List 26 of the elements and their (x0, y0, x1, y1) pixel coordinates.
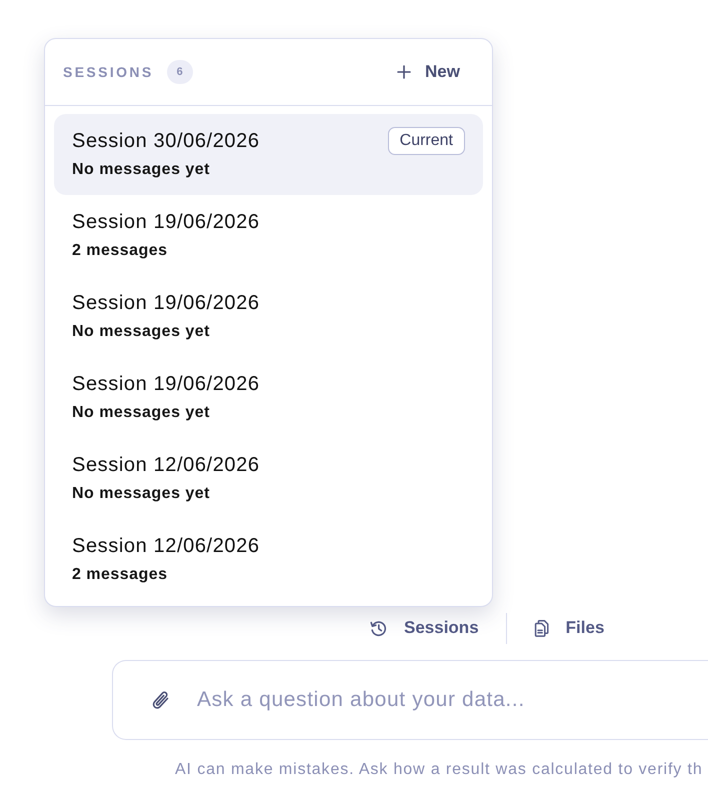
message-input-field[interactable]: Ask a question about your data... (112, 660, 708, 740)
session-subtitle: 2 messages (72, 241, 168, 261)
disclaimer-text: AI can make mistakes. Ask how a result was calculated to verify th (175, 760, 703, 780)
session-subtitle: No messages yet (72, 322, 210, 342)
session-title: Session 19/06/2026 (72, 210, 260, 234)
new-session-button[interactable]: New (385, 53, 472, 91)
sessions-button[interactable]: Sessions (360, 610, 489, 646)
session-subtitle: No messages yet (72, 403, 210, 423)
session-subtitle: No messages yet (72, 160, 210, 180)
panel-title: SESSIONS (63, 62, 154, 82)
files-button[interactable]: Files (524, 610, 614, 646)
session-subtitle: 2 messages (72, 565, 168, 585)
history-icon (370, 620, 387, 636)
session-subtitle: No messages yet (72, 484, 210, 504)
paperclip-icon[interactable] (151, 689, 171, 711)
session-title: Session 19/06/2026 (72, 372, 260, 396)
session-title: Session 12/06/2026 (72, 534, 260, 558)
plus-icon (397, 65, 412, 79)
session-item[interactable]: Session 30/06/2026 Current No messages yet (54, 114, 483, 195)
question-input[interactable]: Ask a question about your data... (197, 684, 708, 716)
current-badge: Current (388, 127, 465, 155)
files-icon (534, 620, 549, 636)
session-title: Session 30/06/2026 (72, 129, 260, 153)
session-title: Session 19/06/2026 (72, 291, 260, 315)
session-title: Session 12/06/2026 (72, 453, 260, 477)
session-count: 6 (166, 60, 193, 84)
